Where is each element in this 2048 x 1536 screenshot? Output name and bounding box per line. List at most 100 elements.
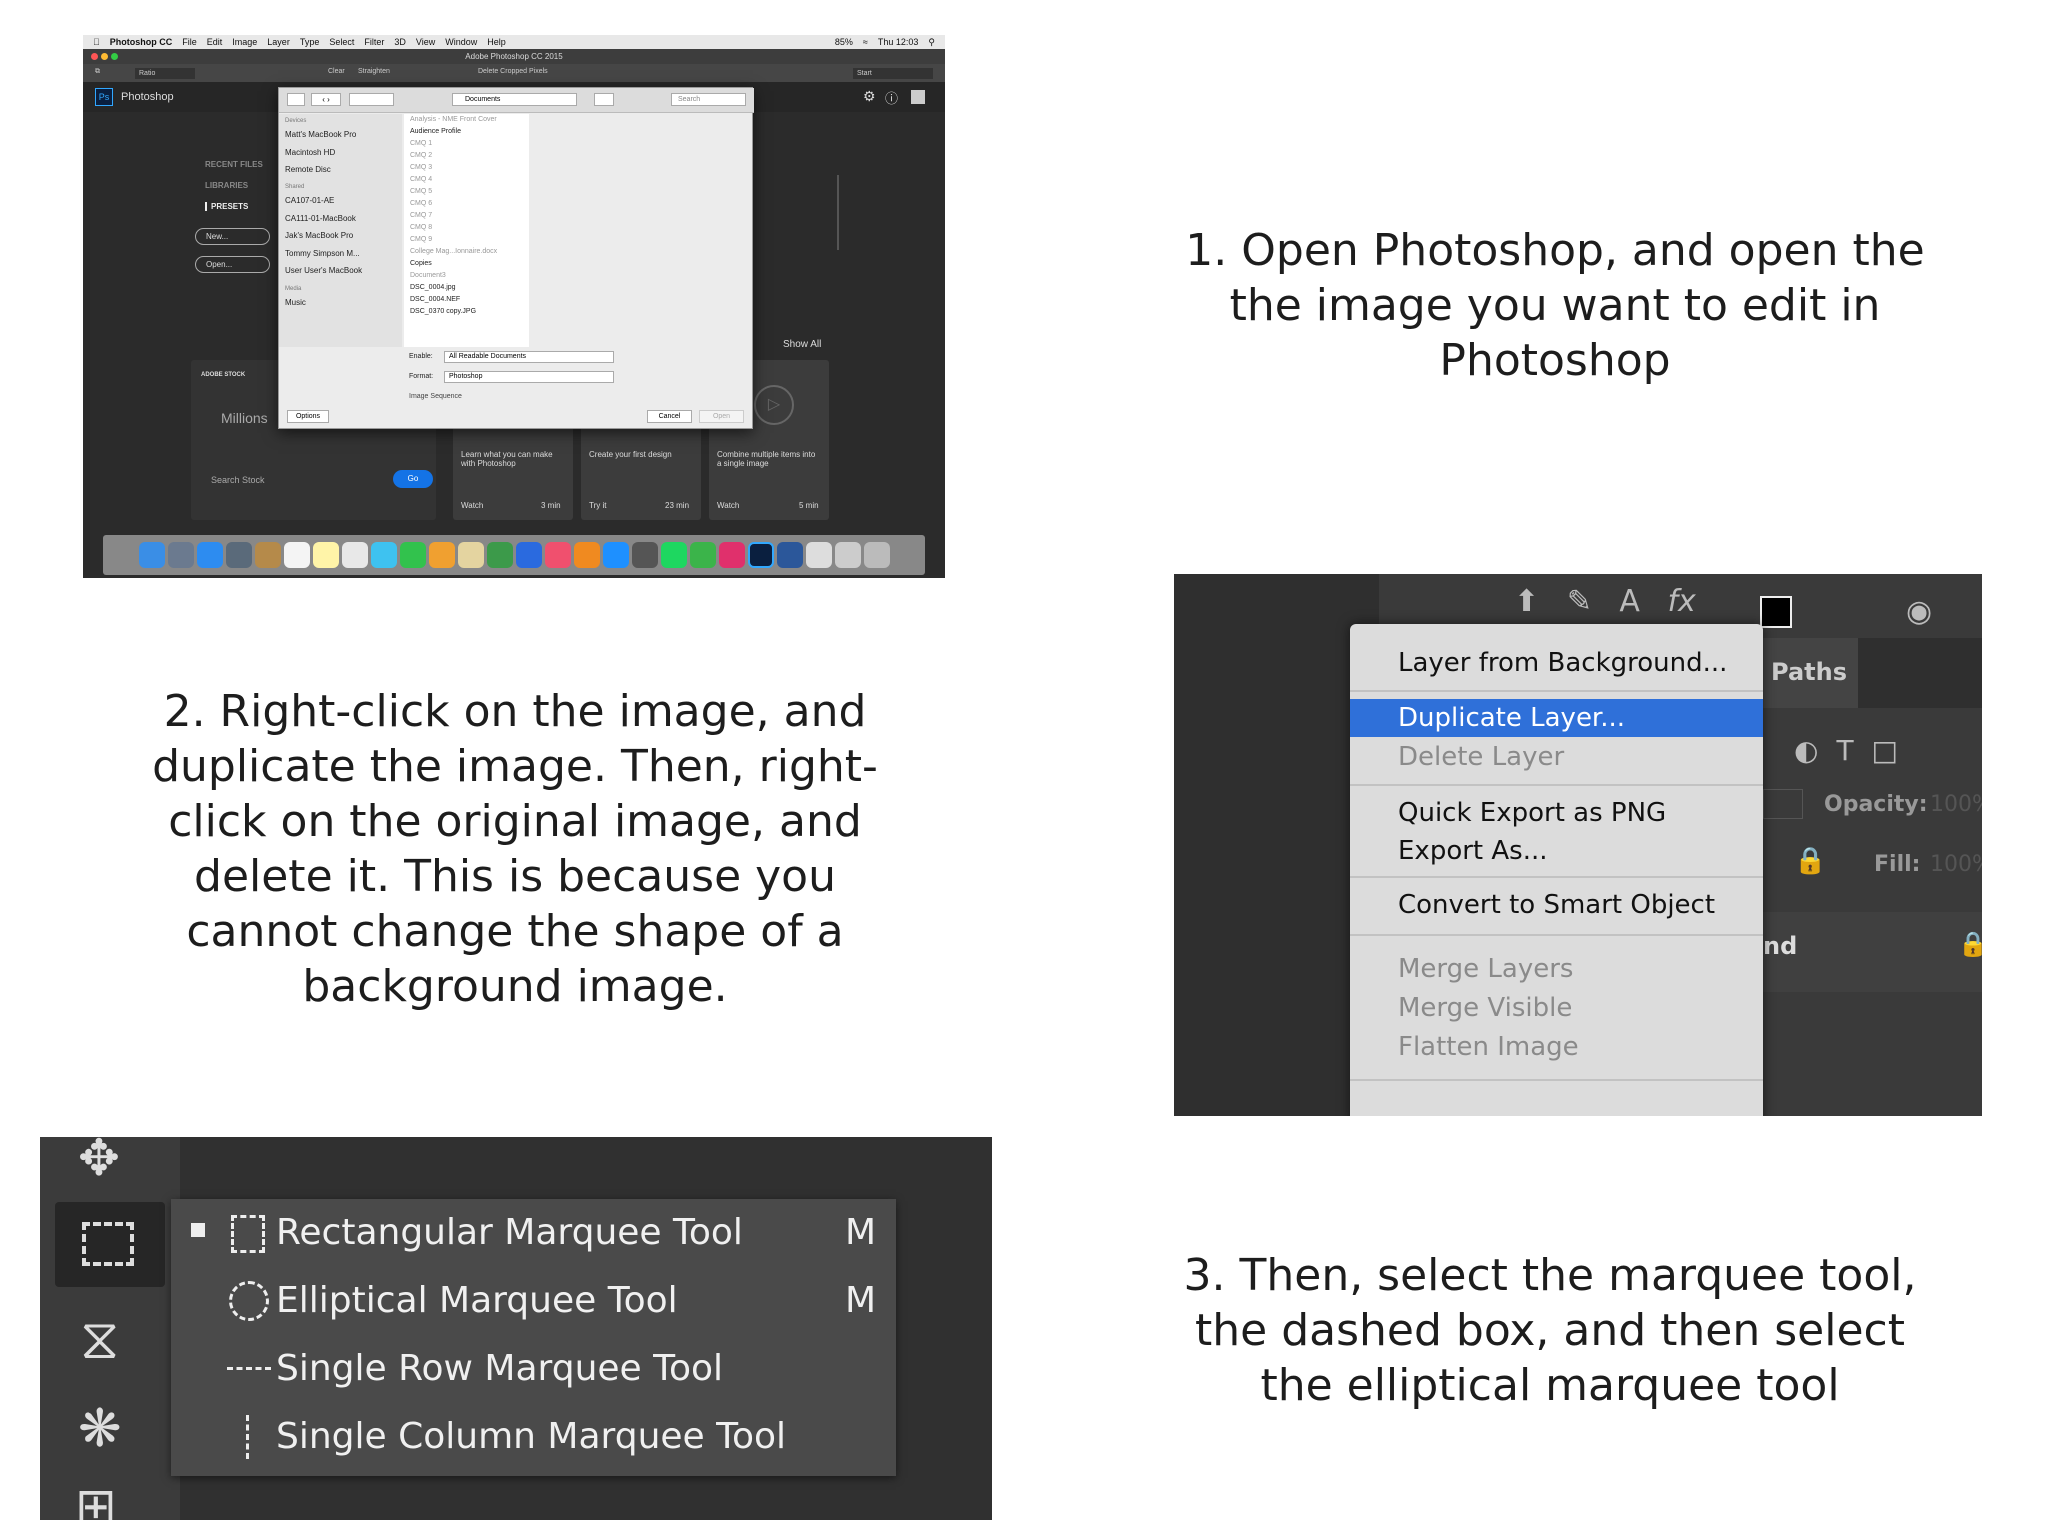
menu-window[interactable]: Window — [445, 37, 477, 47]
file-item[interactable]: DSC_0004.jpg — [410, 284, 456, 291]
menubar-clock[interactable]: Thu 12:03 — [878, 37, 919, 47]
app-store-icon[interactable] — [602, 542, 629, 568]
stock-go-button[interactable]: Go — [393, 470, 433, 488]
delete-cropped-checkbox[interactable]: Delete Cropped Pixels — [478, 68, 548, 75]
sidebar-item-music[interactable]: Music — [285, 298, 306, 307]
elliptical-marquee-row[interactable]: Elliptical Marquee Tool M — [171, 1267, 896, 1335]
wifi-icon[interactable]: ≈ — [863, 37, 868, 47]
calendar-icon[interactable] — [283, 542, 310, 568]
single-row-marquee-row[interactable]: Single Row Marquee Tool — [171, 1335, 896, 1403]
menu-item-merge-layers[interactable]: Merge Layers — [1350, 950, 1763, 988]
file-item[interactable]: CMQ 9 — [410, 236, 432, 243]
clear-button[interactable]: Clear — [328, 68, 345, 75]
account-icon[interactable] — [911, 90, 925, 104]
sidebar-item-shared[interactable]: CA111-01-MacBook — [285, 214, 356, 223]
options-button[interactable]: Options — [287, 410, 329, 423]
menu-item-quick-export-png[interactable]: Quick Export as PNG — [1350, 794, 1763, 832]
menu-type[interactable]: Type — [300, 37, 320, 47]
marquee-tool-button[interactable] — [55, 1202, 165, 1287]
sidebar-toggle-icon[interactable] — [287, 93, 305, 106]
tab-paths[interactable]: Paths — [1771, 658, 1847, 686]
ibooks-icon[interactable] — [573, 542, 600, 568]
file-item[interactable]: CMQ 8 — [410, 224, 432, 231]
sidebar-item-shared[interactable]: Tommy Simpson M... — [285, 249, 360, 258]
fill-value[interactable]: 100% — [1930, 852, 1982, 877]
trash-icon[interactable] — [863, 542, 890, 568]
nav-recent-files[interactable]: RECENT FILES — [205, 160, 263, 169]
brush-icon[interactable]: ✎ — [1567, 584, 1592, 619]
battery-status[interactable]: 85% — [835, 37, 853, 47]
visibility-icon[interactable]: ◉ — [1906, 594, 1932, 629]
file-item[interactable]: CMQ 7 — [410, 212, 432, 219]
downloads-icon[interactable] — [834, 542, 861, 568]
share-icon[interactable] — [594, 93, 614, 106]
file-item[interactable]: CMQ 4 — [410, 176, 432, 183]
menu-filter[interactable]: Filter — [364, 37, 384, 47]
keynote-icon[interactable] — [515, 542, 542, 568]
help-icon[interactable]: ⓘ — [885, 88, 898, 107]
show-all-link[interactable]: Show All — [783, 339, 821, 350]
menu-select[interactable]: Select — [329, 37, 354, 47]
menu-item-duplicate-layer[interactable]: Duplicate Layer... — [1350, 699, 1763, 737]
file-item[interactable]: Analysis - NME Front Cover — [410, 116, 497, 123]
menu-item-merge-visible[interactable]: Merge Visible — [1350, 989, 1763, 1027]
lock-icon[interactable]: 🔒 — [1794, 846, 1826, 876]
indesign-icon[interactable] — [718, 542, 745, 568]
menubar-app-name[interactable]: Photoshop CC — [110, 37, 173, 47]
file-item[interactable]: CMQ 5 — [410, 188, 432, 195]
sidebar-item-macbook[interactable]: Matt's MacBook Pro — [285, 130, 356, 139]
menu-item-convert-smart-object[interactable]: Convert to Smart Object — [1350, 886, 1763, 924]
system-preferences-icon[interactable] — [631, 542, 658, 568]
layer-row[interactable]: nd 🔒 — [1763, 912, 1982, 992]
enable-select[interactable]: All Readable Documents — [444, 351, 614, 363]
lasso-tool-icon[interactable]: ⧖ — [80, 1307, 119, 1373]
menu-layer[interactable]: Layer — [267, 37, 290, 47]
format-select[interactable]: Photoshop — [444, 371, 614, 383]
photos-icon[interactable] — [428, 542, 455, 568]
search-stock-input[interactable]: Search Stock — [211, 475, 265, 485]
sidebar-item-macintosh-hd[interactable]: Macintosh HD — [285, 148, 335, 157]
menu-image[interactable]: Image — [232, 37, 257, 47]
file-item[interactable]: CMQ 1 — [410, 140, 432, 147]
nav-libraries[interactable]: LIBRARIES — [205, 181, 248, 190]
close-window-button[interactable] — [91, 53, 98, 60]
workspace-select[interactable]: Start — [853, 68, 933, 79]
menu-edit[interactable]: Edit — [207, 37, 223, 47]
menu-view[interactable]: View — [416, 37, 435, 47]
file-item[interactable]: DSC_0370 copy.JPG — [410, 308, 476, 315]
file-item[interactable]: College Mag...Ionnaire.docx — [410, 248, 497, 255]
sidebar-item-shared[interactable]: User User's MacBook — [285, 266, 362, 275]
file-item[interactable]: Audience Profile — [410, 128, 461, 135]
single-column-marquee-row[interactable]: Single Column Marquee Tool — [171, 1403, 896, 1471]
sidebar-item-shared[interactable]: Jak's MacBook Pro — [285, 231, 353, 240]
opacity-value[interactable]: 100% — [1930, 792, 1982, 817]
crop-tool-icon[interactable]: ⧉ — [95, 68, 100, 76]
adjustment-icon[interactable]: ◐ — [1794, 734, 1836, 767]
zoom-window-button[interactable] — [111, 53, 118, 60]
file-item[interactable]: CMQ 2 — [410, 152, 432, 159]
file-item[interactable]: Document3 — [410, 272, 446, 279]
sidebar-item-shared[interactable]: CA107-01-AE — [285, 196, 334, 205]
ratio-select[interactable]: Ratio — [135, 68, 195, 79]
color-swatch[interactable] — [1760, 596, 1792, 628]
launchpad-icon[interactable] — [167, 542, 194, 568]
scrollbar[interactable] — [837, 175, 839, 250]
finder-icon[interactable] — [138, 542, 165, 568]
safari-icon[interactable] — [196, 542, 223, 568]
photoshop-dock-icon[interactable] — [747, 542, 774, 568]
menu-item-export-as[interactable]: Export As... — [1350, 832, 1763, 870]
messages-icon[interactable] — [370, 542, 397, 568]
fx-icon[interactable]: fx — [1667, 584, 1695, 619]
crop-tool-icon[interactable]: ⊞ — [75, 1477, 117, 1520]
mail-icon[interactable] — [225, 542, 252, 568]
utorrent-icon[interactable] — [689, 542, 716, 568]
type-icon[interactable]: A — [1619, 584, 1640, 619]
image-sequence-checkbox[interactable]: Image Sequence — [409, 393, 462, 400]
straighten-button[interactable]: Straighten — [358, 68, 390, 75]
file-item[interactable]: CMQ 3 — [410, 164, 432, 171]
settings-gear-icon[interactable]: ⚙ — [863, 88, 876, 105]
shape-filter-icon[interactable]: □ — [1872, 734, 1916, 767]
type-filter-icon[interactable]: T — [1836, 734, 1871, 767]
blend-mode-select[interactable] — [1763, 789, 1803, 819]
back-forward-icon[interactable]: ‹ › — [311, 93, 341, 106]
